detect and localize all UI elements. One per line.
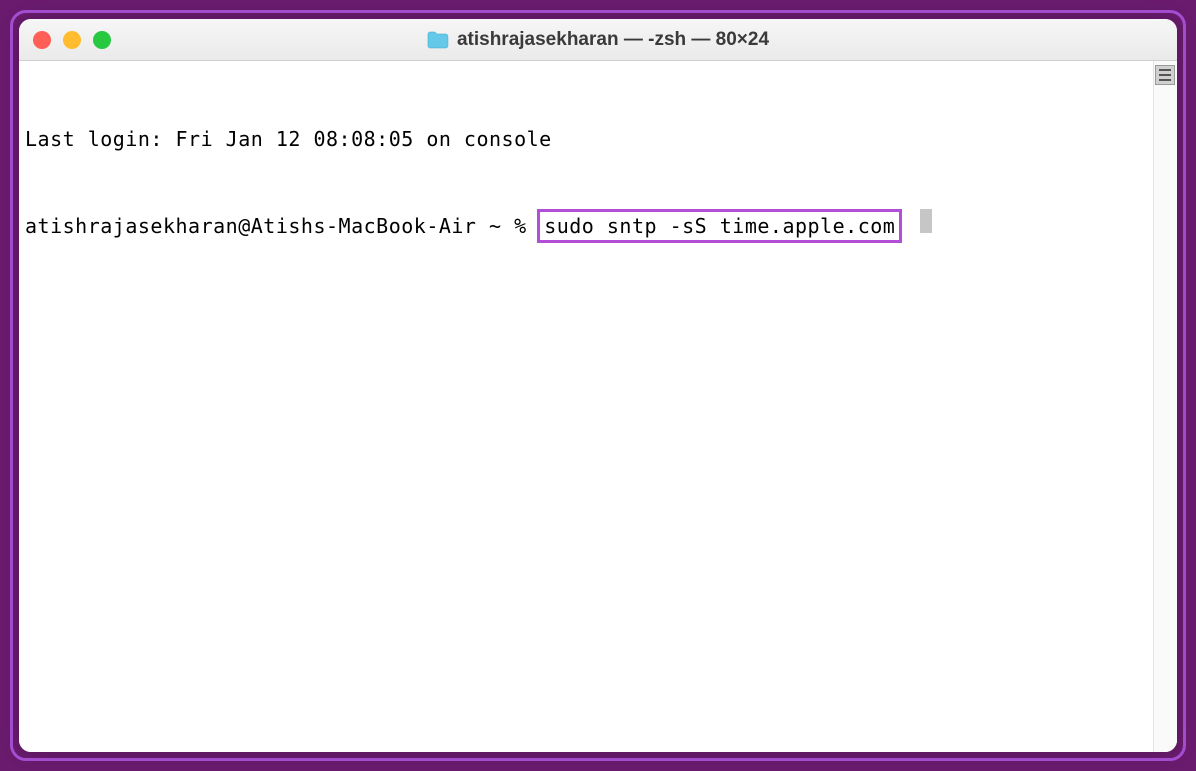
window-titlebar[interactable]: atishrajasekharan — -zsh — 80×24 bbox=[19, 19, 1177, 61]
window-title: atishrajasekharan — -zsh — 80×24 bbox=[457, 29, 769, 51]
text-cursor bbox=[920, 209, 932, 233]
close-button[interactable] bbox=[33, 31, 51, 49]
maximize-button[interactable] bbox=[93, 31, 111, 49]
shell-prompt: atishrajasekharan@Atishs-MacBook-Air ~ % bbox=[25, 212, 539, 240]
minimize-button[interactable] bbox=[63, 31, 81, 49]
screenshot-frame: atishrajasekharan — -zsh — 80×24 Last lo… bbox=[10, 10, 1186, 761]
menu-icon[interactable] bbox=[1155, 65, 1175, 85]
terminal-body[interactable]: Last login: Fri Jan 12 08:08:05 on conso… bbox=[19, 61, 1177, 752]
entered-command: sudo sntp -sS time.apple.com bbox=[544, 214, 895, 238]
scrollbar[interactable] bbox=[1153, 61, 1177, 752]
terminal-content[interactable]: Last login: Fri Jan 12 08:08:05 on conso… bbox=[19, 61, 1153, 752]
terminal-window: atishrajasekharan — -zsh — 80×24 Last lo… bbox=[19, 19, 1177, 752]
folder-icon bbox=[427, 31, 449, 49]
command-highlight: sudo sntp -sS time.apple.com bbox=[537, 209, 902, 243]
prompt-line: atishrajasekharan@Atishs-MacBook-Air ~ %… bbox=[25, 209, 1147, 243]
title-center: atishrajasekharan — -zsh — 80×24 bbox=[427, 29, 769, 51]
traffic-lights bbox=[33, 31, 111, 49]
last-login-line: Last login: Fri Jan 12 08:08:05 on conso… bbox=[25, 125, 1147, 153]
